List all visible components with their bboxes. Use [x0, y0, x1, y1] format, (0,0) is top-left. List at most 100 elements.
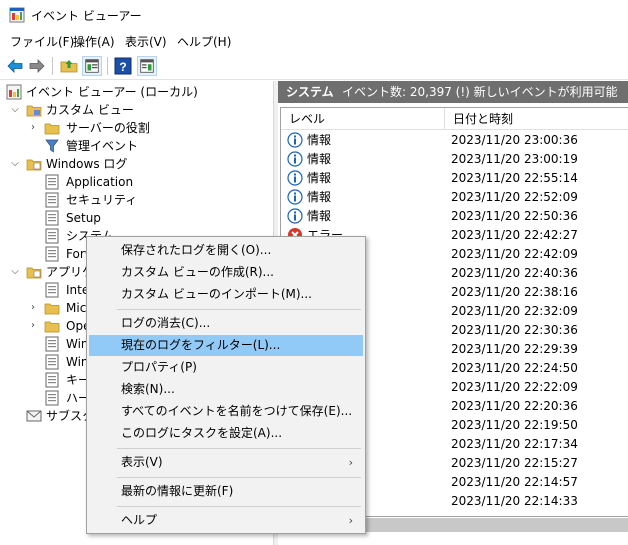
log-icon — [45, 354, 59, 370]
table-row[interactable]: 情報 2023/11/20 22:50:36 — [281, 207, 628, 226]
folder-icon — [44, 303, 60, 315]
menu-bar: ファイル(F) 操作(A) 表示(V) ヘルプ(H) — [0, 30, 628, 52]
back-arrow-icon[interactable] — [5, 56, 25, 76]
context-menu-label: ログの消去(C)... — [121, 316, 211, 330]
collapsed-chevron-icon[interactable]: › — [26, 299, 40, 317]
submenu-arrow-icon: › — [348, 514, 353, 527]
folder-icon — [26, 267, 42, 279]
folder-icon — [44, 123, 60, 135]
console-tree-icon[interactable] — [82, 56, 102, 76]
menu-separator — [117, 477, 361, 478]
forward-arrow-icon[interactable] — [27, 56, 47, 76]
folder-icon — [26, 105, 42, 117]
event-datetime: 2023/11/20 22:22:09 — [451, 380, 578, 394]
context-menu-label: 最新の情報に更新(F) — [121, 484, 234, 498]
event-datetime: 2023/11/20 22:29:39 — [451, 342, 578, 356]
event-datetime: 2023/11/20 22:20:36 — [451, 399, 578, 413]
expanded-chevron-icon[interactable]: ⌵ — [8, 263, 22, 281]
log-header: システム イベント数: 20,397 (!) 新しいイベントが利用可能です — [278, 81, 628, 121]
tree-label: Application — [66, 175, 134, 189]
context-menu-item[interactable]: カスタム ビューの作成(R)... — [89, 262, 363, 283]
event-datetime: 2023/11/20 22:24:50 — [451, 361, 578, 375]
column-header-datetime[interactable]: 日付と時刻 — [445, 108, 628, 130]
context-menu-item[interactable]: 保存されたログを開く(O)... — [89, 240, 363, 261]
context-menu-label: このログにタスクを設定(A)... — [121, 426, 283, 440]
tree-label: イベント ビューアー (ローカル) — [26, 85, 198, 99]
table-row[interactable]: 情報 2023/11/20 22:52:09 — [281, 188, 628, 207]
event-level: 情報 — [307, 171, 332, 185]
column-header-level[interactable]: レベル — [281, 108, 445, 130]
event-level: 情報 — [307, 152, 332, 166]
context-menu-label: ヘルプ — [121, 513, 158, 527]
context-menu-item[interactable]: このログにタスクを設定(A)... — [89, 423, 363, 444]
expanded-chevron-icon[interactable]: ⌵ — [8, 155, 22, 173]
context-menu-label: カスタム ビューのインポート(M)... — [121, 287, 312, 301]
event-datetime: 2023/11/20 22:55:14 — [451, 171, 578, 185]
context-menu: 保存されたログを開く(O)... カスタム ビューの作成(R)... カスタム ビュ… — [86, 236, 366, 534]
context-menu-label: 現在のログをフィルター(L)... — [121, 338, 281, 352]
tree-label: サーバーの役割 — [66, 121, 150, 135]
event-datetime: 2023/11/20 22:30:36 — [451, 323, 578, 337]
svg-text:?: ? — [119, 60, 126, 74]
help-icon[interactable]: ? — [113, 56, 133, 76]
menu-view[interactable]: 表示(V) — [125, 33, 167, 50]
menu-action[interactable]: 操作(A) — [73, 33, 115, 50]
context-menu-label: 保存されたログを開く(O)... — [121, 243, 272, 257]
folder-icon — [44, 321, 60, 333]
context-menu-item[interactable]: ヘルプ › — [89, 510, 363, 531]
context-menu-label: すべてのイベントを名前をつけて保存(E)... — [121, 404, 353, 418]
table-row[interactable]: 情報 2023/11/20 23:00:36 — [281, 131, 628, 150]
collapsed-chevron-icon[interactable]: › — [26, 119, 40, 137]
folder-icon — [26, 159, 42, 171]
event-datetime: 2023/11/20 22:32:09 — [451, 304, 578, 318]
info-icon — [287, 189, 303, 205]
window-title: イベント ビューアー — [31, 9, 142, 23]
event-datetime: 2023/11/20 22:42:09 — [451, 247, 578, 261]
event-viewer-icon — [6, 84, 22, 100]
event-datetime: 2023/11/20 22:14:33 — [451, 494, 578, 508]
tree-label: カスタム ビュー — [46, 103, 134, 117]
event-datetime: 2023/11/20 23:00:19 — [451, 152, 578, 166]
context-menu-item[interactable]: 検索(N)... — [89, 379, 363, 400]
tree-label: Setup — [66, 211, 101, 225]
log-icon — [45, 390, 59, 406]
menu-help[interactable]: ヘルプ(H) — [177, 33, 231, 50]
log-title: システム — [286, 85, 334, 99]
event-datetime: 2023/11/20 22:14:57 — [451, 475, 578, 489]
expanded-chevron-icon[interactable]: ⌵ — [8, 101, 22, 119]
tree-label: Windows ログ — [46, 157, 128, 171]
info-icon — [287, 208, 303, 224]
log-icon — [45, 174, 59, 190]
submenu-arrow-icon: › — [348, 456, 353, 469]
action-pane-icon[interactable] — [137, 56, 157, 76]
context-menu-item[interactable]: 最新の情報に更新(F) — [89, 481, 363, 502]
event-datetime: 2023/11/20 22:42:27 — [451, 228, 578, 242]
toolbar: ? — [0, 52, 628, 80]
folder-up-icon[interactable] — [59, 56, 79, 76]
menu-separator — [117, 506, 361, 507]
context-menu-item[interactable]: ログの消去(C)... — [89, 313, 363, 334]
info-icon — [287, 132, 303, 148]
event-viewer-app-icon — [9, 7, 25, 23]
tree-label: 管理イベント — [66, 139, 139, 153]
context-menu-item[interactable]: 現在のログをフィルター(L)... — [89, 335, 363, 356]
menu-file[interactable]: ファイル(F) — [10, 33, 74, 50]
context-menu-label: カスタム ビューの作成(R)... — [121, 265, 274, 279]
event-level: 情報 — [307, 190, 332, 204]
context-menu-label: 検索(N)... — [121, 382, 175, 396]
event-level: 情報 — [307, 133, 332, 147]
event-datetime: 2023/11/20 22:15:27 — [451, 456, 578, 470]
log-icon — [45, 210, 59, 226]
event-datetime: 2023/11/20 22:50:36 — [451, 209, 578, 223]
context-menu-item[interactable]: カスタム ビューのインポート(M)... — [89, 284, 363, 305]
context-menu-item[interactable]: すべてのイベントを名前をつけて保存(E)... — [89, 401, 363, 422]
table-row[interactable]: 情報 2023/11/20 23:00:19 — [281, 150, 628, 169]
context-menu-item[interactable]: 表示(V) › — [89, 452, 363, 473]
event-datetime: 2023/11/20 23:00:36 — [451, 133, 578, 147]
info-icon — [287, 151, 303, 167]
table-row[interactable]: 情報 2023/11/20 22:55:14 — [281, 169, 628, 188]
context-menu-item[interactable]: プロパティ(P) — [89, 357, 363, 378]
tree-label: セキュリティ — [66, 193, 138, 207]
event-datetime: 2023/11/20 22:38:16 — [451, 285, 578, 299]
collapsed-chevron-icon[interactable]: › — [26, 317, 40, 335]
